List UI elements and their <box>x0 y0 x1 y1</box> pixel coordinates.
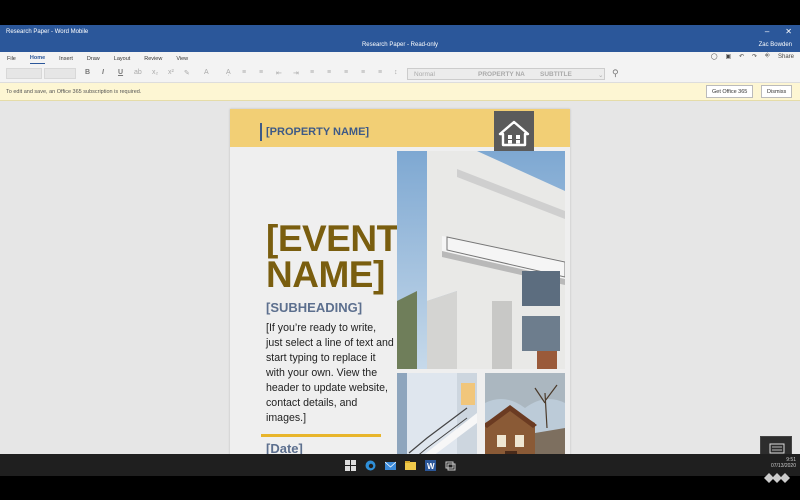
document-header: Research Paper - Read-only Zac Bowden <box>0 40 800 52</box>
building-photo-main[interactable] <box>397 151 565 369</box>
underline-button[interactable]: U <box>118 69 123 76</box>
tab-insert[interactable]: Insert <box>59 54 73 64</box>
house-exterior-photo[interactable] <box>485 373 565 454</box>
increase-indent-icon[interactable]: ⇥ <box>293 69 299 77</box>
mail-icon[interactable] <box>385 460 396 471</box>
document-title: Research Paper - Read-only <box>361 42 439 48</box>
lightbulb-icon[interactable]: ◯ <box>711 53 718 60</box>
interior-stair-photo[interactable] <box>397 373 477 454</box>
app-title-bar: Research Paper - Word Mobile – ✕ <box>0 25 800 40</box>
share-button[interactable]: Share <box>778 54 794 60</box>
bold-button[interactable]: B <box>85 69 90 76</box>
search-icon[interactable]: ⚲ <box>612 68 619 79</box>
subscript-icon[interactable]: x₂ <box>152 69 158 76</box>
redo-icon[interactable]: ↷ <box>752 53 757 60</box>
dismiss-button[interactable]: Dismiss <box>761 85 793 98</box>
window-controls: – ✕ <box>765 27 792 36</box>
user-name[interactable]: Zac Bowden <box>759 42 792 48</box>
paragraph-icon[interactable]: ↕ <box>394 69 398 76</box>
font-size-box[interactable] <box>44 68 76 79</box>
edge-icon[interactable] <box>365 460 376 471</box>
highlight-icon[interactable]: ✎ <box>184 69 190 77</box>
undo-icon[interactable]: ↶ <box>739 53 744 60</box>
decrease-indent-icon[interactable]: ⇤ <box>276 69 282 77</box>
file-explorer-icon[interactable] <box>405 460 416 471</box>
align-center-icon[interactable]: ≡ <box>327 69 331 76</box>
ribbon-toolbar: B I U ab x₂ x² ✎ A A̹ ≡ ≡ ⇤ ⇥ ≡ ≡ ≡ ≡ ≡ … <box>0 65 800 83</box>
date-divider <box>261 434 381 437</box>
property-name-accent <box>260 123 262 141</box>
watermark-logo <box>764 473 790 483</box>
tab-home[interactable]: Home <box>29 53 46 64</box>
clear-formatting-icon[interactable]: A̹ <box>226 69 231 76</box>
justify-icon[interactable]: ≡ <box>361 69 365 76</box>
numbering-icon[interactable]: ≡ <box>259 69 263 76</box>
get-office-button[interactable]: Get Office 365 <box>706 85 754 98</box>
screen: Research Paper - Word Mobile – ✕ Researc… <box>0 0 800 500</box>
line-spacing-icon[interactable]: ≡ <box>378 69 382 76</box>
minimize-button[interactable]: – <box>765 27 769 36</box>
svg-text:W: W <box>427 462 435 471</box>
event-date[interactable]: [Date] <box>266 441 303 454</box>
tab-file[interactable]: File <box>7 54 16 64</box>
tab-review[interactable]: Review <box>144 54 162 64</box>
bullets-icon[interactable]: ≡ <box>242 69 246 76</box>
align-right-icon[interactable]: ≡ <box>344 69 348 76</box>
reading-view-icon[interactable]: ▣ <box>725 53 731 60</box>
ribbon-tabs: File Home Insert Draw Layout Review View… <box>0 52 800 65</box>
style-property-name[interactable]: PROPERTY NA <box>478 71 525 78</box>
word-icon[interactable]: W <box>425 460 436 471</box>
strikethrough-icon[interactable]: ab <box>134 69 142 76</box>
subscription-message: To edit and save, an Office 365 subscrip… <box>6 89 142 95</box>
style-normal[interactable]: Normal <box>414 71 435 78</box>
style-subtitle[interactable]: SUBTITLE <box>540 71 572 78</box>
tab-draw[interactable]: Draw <box>87 54 100 64</box>
start-icon[interactable] <box>345 460 356 471</box>
share-icon[interactable]: ⎆ <box>765 53 770 60</box>
document-page[interactable]: [PROPERTY NAME] [EVENT NAME] [SUBHEADING… <box>230 109 570 454</box>
ribbon-right-tools: ◯ ▣ ↶ ↷ ⎆ Share <box>711 53 794 60</box>
styles-gallery[interactable]: Normal PROPERTY NA SUBTITLE ⌄ <box>407 68 605 80</box>
font-name-box[interactable] <box>6 68 42 79</box>
document-canvas[interactable]: [PROPERTY NAME] [EVENT NAME] [SUBHEADING… <box>0 101 800 454</box>
align-left-icon[interactable]: ≡ <box>310 69 314 76</box>
subscription-message-bar: To edit and save, an Office 365 subscrip… <box>0 83 800 101</box>
app-title: Research Paper - Word Mobile <box>6 29 89 35</box>
tab-layout[interactable]: Layout <box>114 54 131 64</box>
italic-button[interactable]: I <box>102 69 104 76</box>
clock-date: 07/13/2020 <box>770 463 796 469</box>
body-text[interactable]: [If you’re ready to write, just select a… <box>266 321 394 426</box>
superscript-icon[interactable]: x² <box>168 69 174 76</box>
property-name[interactable]: [PROPERTY NAME] <box>266 126 369 138</box>
task-view-icon[interactable] <box>445 460 456 471</box>
styles-dropdown-chevron-icon[interactable]: ⌄ <box>598 71 603 79</box>
system-clock[interactable]: 9:51 07/13/2020 <box>771 457 796 469</box>
subheading[interactable]: [SUBHEADING] <box>266 300 362 315</box>
taskbar: W <box>0 454 800 476</box>
close-button[interactable]: ✕ <box>785 27 792 36</box>
tab-view[interactable]: View <box>176 54 188 64</box>
font-color-icon[interactable]: A <box>204 69 209 76</box>
